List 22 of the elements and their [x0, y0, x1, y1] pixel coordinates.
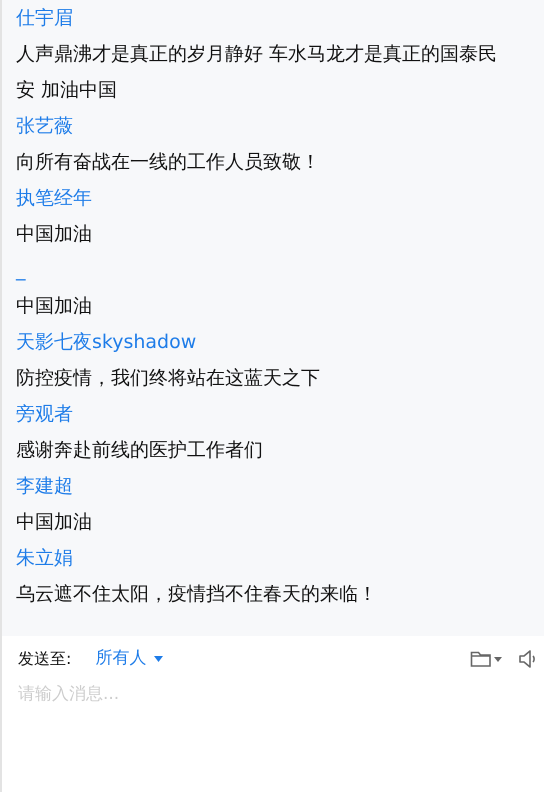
- folder-button[interactable]: [470, 650, 502, 668]
- sender-name: _: [16, 258, 26, 283]
- caret-icon: [154, 656, 164, 662]
- message-text: 感谢奔赴前线的医护工作者们: [16, 438, 264, 463]
- sender-name: 张艺薇: [16, 114, 73, 139]
- recipient-dropdown[interactable]: 所有人: [95, 646, 164, 672]
- message-text: 中国加油: [16, 510, 93, 535]
- message-text: 防控疫情，我们终将站在这蓝天之下: [16, 366, 321, 391]
- message-text: 人声鼎沸才是真正的岁月静好 车水马龙才是真正的国泰民安 加油中国: [16, 42, 498, 103]
- sender-name: 旁观者: [16, 402, 73, 427]
- sender-name: 朱立娟: [16, 546, 73, 571]
- send-to-label: 发送至:: [18, 648, 72, 670]
- caret-icon: [494, 656, 502, 662]
- message-text: 中国加油: [16, 222, 93, 247]
- message-text: 向所有奋战在一线的工作人员致敬！: [16, 150, 321, 175]
- sender-name: 仕宇眉: [16, 6, 73, 31]
- message-text: 乌云遮不住太阳，疫情挡不住春天的来临！: [16, 582, 378, 607]
- folder-icon: [470, 650, 492, 668]
- sender-name: 天影七夜skyshadow: [16, 330, 196, 355]
- message-text: 中国加油: [16, 294, 93, 319]
- sender-name: 李建超: [16, 474, 73, 499]
- sender-name: 执笔经年: [16, 186, 92, 211]
